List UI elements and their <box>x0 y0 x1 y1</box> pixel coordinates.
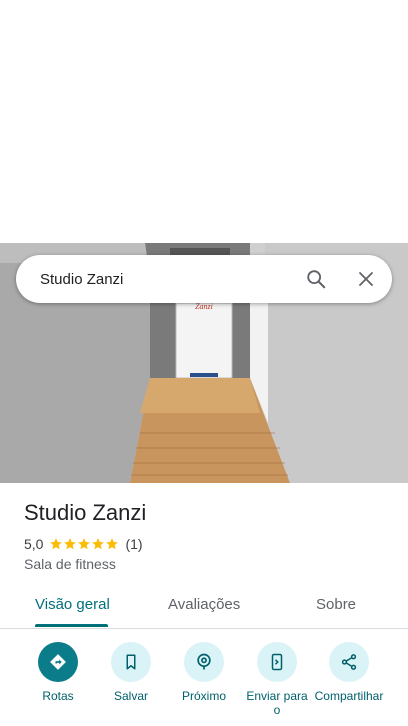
send-to-phone-label: Enviar para o <box>246 689 308 717</box>
share-icon <box>341 654 357 670</box>
door-sign: Zanzi <box>195 302 213 311</box>
search-icon[interactable] <box>296 259 336 299</box>
search-input[interactable]: Studio Zanzi <box>40 271 296 288</box>
place-title: Studio Zanzi <box>24 500 147 525</box>
tab-overview[interactable]: Visão geral <box>35 596 110 613</box>
star-icon <box>50 538 63 550</box>
search-bar[interactable]: Studio Zanzi <box>16 255 392 303</box>
star-icon <box>78 538 91 550</box>
send-to-phone-button[interactable]: Enviar para o <box>237 642 317 717</box>
nearby-icon <box>197 653 211 670</box>
close-icon[interactable] <box>346 259 386 299</box>
active-tab-indicator <box>35 624 108 627</box>
share-label: Compartilhar <box>314 689 384 703</box>
nearby-label: Próximo <box>181 689 226 703</box>
save-button[interactable]: Salvar <box>91 642 171 703</box>
rating-value: 5,0 <box>24 536 44 552</box>
directions-icon <box>50 654 66 670</box>
share-button[interactable]: Compartilhar <box>309 642 389 703</box>
tab-about[interactable]: Sobre <box>316 596 356 613</box>
save-label: Salvar <box>113 689 148 703</box>
send-to-phone-icon <box>271 653 283 671</box>
review-count[interactable]: (1) <box>125 536 142 552</box>
bookmark-icon <box>126 654 136 670</box>
blank-map-area <box>0 0 408 243</box>
star-icon <box>106 538 119 550</box>
directions-label: Rotas <box>42 689 74 703</box>
rating-row[interactable]: 5,0 (1) <box>24 536 143 552</box>
star-rating <box>49 537 119 551</box>
directions-button[interactable]: Rotas <box>18 642 98 703</box>
tab-reviews[interactable]: Avaliações <box>168 596 240 613</box>
place-category: Sala de fitness <box>24 556 116 572</box>
star-icon <box>92 538 105 550</box>
tab-bar: Visão geral Avaliações Sobre <box>0 586 408 629</box>
nearby-button[interactable]: Próximo <box>164 642 244 703</box>
star-icon <box>64 538 77 550</box>
